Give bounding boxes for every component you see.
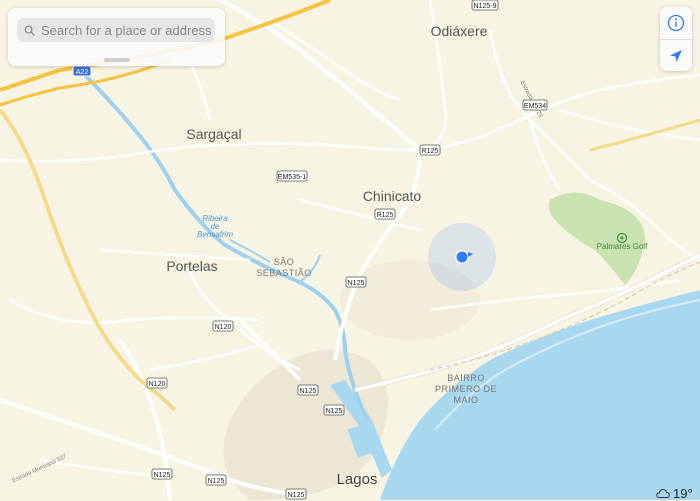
svg-text:N125-9: N125-9 xyxy=(474,3,497,10)
shield-n125-chinicato: N125 xyxy=(345,276,367,288)
map-canvas[interactable]: Odiáxere Sargaçal Chinicato Portelas Lag… xyxy=(0,0,700,500)
shield-n120-south: N120 xyxy=(146,377,168,389)
svg-text:EM535-1: EM535-1 xyxy=(278,174,307,181)
cloud-icon xyxy=(656,488,670,498)
shield-n125-south: N125 xyxy=(285,488,307,500)
district-label-sao: SÃO xyxy=(274,257,295,267)
svg-text:N120: N120 xyxy=(215,324,232,331)
info-button[interactable] xyxy=(660,7,692,39)
shield-n125-9: N125-9 xyxy=(471,0,499,11)
drag-handle[interactable] xyxy=(104,58,130,62)
info-icon xyxy=(667,14,685,32)
location-arrow-icon xyxy=(670,50,682,62)
shield-a22: A22 xyxy=(72,65,92,77)
shield-n125-lagos-north: N125 xyxy=(297,384,319,396)
place-label-portelas: Portelas xyxy=(166,258,217,274)
place-label-sargacal: Sargaçal xyxy=(186,126,241,142)
place-label-lagos: Lagos xyxy=(337,471,378,488)
svg-text:A22: A22 xyxy=(76,69,89,76)
place-label-chinicato: Chinicato xyxy=(363,188,422,204)
svg-text:R125: R125 xyxy=(377,212,394,219)
district-label-primero-de: PRIMERO DE xyxy=(435,384,497,394)
search-field[interactable] xyxy=(17,18,215,42)
weather-indicator: 19° xyxy=(656,485,693,501)
shield-r125-north: R125 xyxy=(419,144,441,156)
svg-text:N125: N125 xyxy=(348,280,365,287)
shield-r125-south: R125 xyxy=(374,208,396,220)
map-controls xyxy=(660,7,692,71)
temperature-label: 19° xyxy=(673,485,693,501)
svg-text:N120: N120 xyxy=(149,381,166,388)
shield-em534: EM534 xyxy=(522,99,548,111)
river-label-bensafrim: Bensafrim xyxy=(197,230,233,239)
shield-n125-lagos-center: N125 xyxy=(323,404,345,416)
shield-n120-north: N120 xyxy=(212,320,234,332)
search-icon xyxy=(24,25,35,36)
svg-text:N125: N125 xyxy=(326,408,343,415)
poi-label-palmares-golf: Palmares Golf xyxy=(597,242,648,251)
search-input[interactable] xyxy=(41,22,211,38)
shield-n125-southwest: N125 xyxy=(205,474,227,486)
svg-text:N125: N125 xyxy=(154,472,171,479)
district-label-bairro: BAIRRO xyxy=(447,373,485,383)
place-label-odiaxere: Odiáxere xyxy=(431,23,488,39)
shield-em535-1: EM535-1 xyxy=(276,170,308,182)
district-label-maio: MAIO xyxy=(453,395,478,405)
search-card xyxy=(8,8,225,66)
svg-text:EM534: EM534 xyxy=(524,103,546,110)
svg-text:N125: N125 xyxy=(208,478,225,485)
svg-text:N125: N125 xyxy=(300,388,317,395)
current-location-button[interactable] xyxy=(660,40,692,72)
svg-text:R125: R125 xyxy=(422,148,439,155)
current-location-dot[interactable] xyxy=(456,251,468,263)
district-label-sebastiao: SEBASTIÃO xyxy=(256,268,312,278)
shield-n125-west: N125 xyxy=(151,468,173,480)
svg-text:N125: N125 xyxy=(288,492,305,499)
